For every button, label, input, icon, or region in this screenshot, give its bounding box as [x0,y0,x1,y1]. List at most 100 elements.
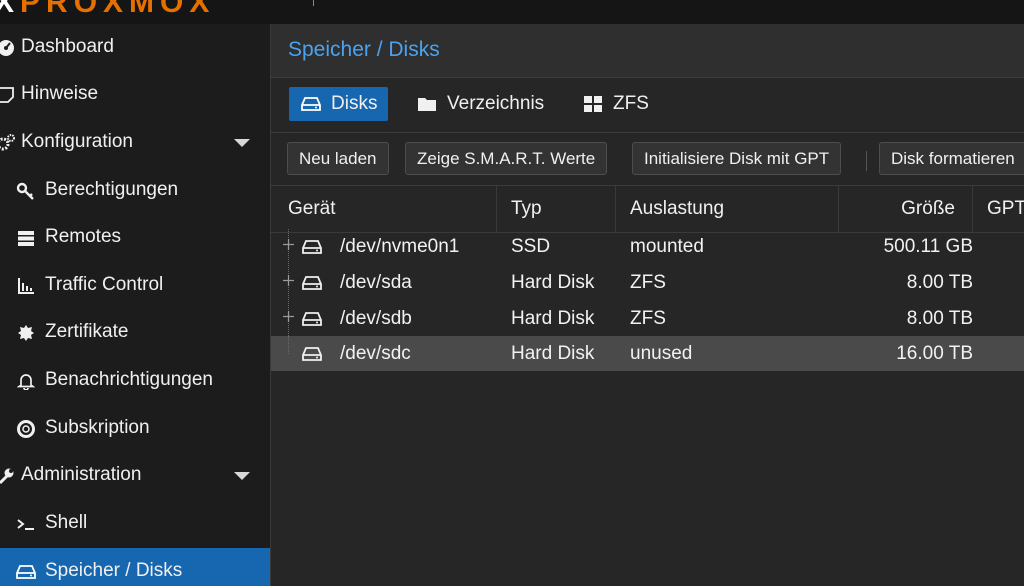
hdd-icon [302,276,322,290]
size-cell: 500.11 GB [883,235,973,257]
bell-icon [16,371,36,391]
support-icon [16,419,36,439]
column-header-size[interactable]: Größe [838,186,955,232]
table-row[interactable]: /dev/sda Hard Disk ZFS 8.00 TB [271,265,1024,300]
size-cell: 16.00 TB [896,342,973,364]
size-cell: 8.00 TB [906,271,973,293]
show-smart-button[interactable]: Zeige S.M.A.R.T. Werte [405,142,608,175]
toolbar: Neu laden Zeige S.M.A.R.T. Werte Initial… [271,133,1024,186]
device-cell: /dev/sda [340,271,412,293]
bar-chart-icon [16,276,36,296]
chevron-down-icon[interactable] [234,472,250,480]
hdd-icon [301,96,321,112]
proxmox-logo[interactable]: XPROXMOX [0,0,215,20]
sidebar-item-shell[interactable]: Shell [0,500,270,547]
hdd-icon [16,562,36,582]
sidebar-item-notifications[interactable]: Benachrichtigungen [0,357,270,404]
init-gpt-button[interactable]: Initialisiere Disk mit GPT [632,142,842,175]
sidebar-item-traffic-control[interactable]: Traffic Control [0,262,270,309]
certificate-icon [16,323,36,343]
expand-icon[interactable] [282,310,295,323]
device-cell: /dev/sdc [340,342,411,364]
tab-zfs[interactable]: ZFS [583,87,649,121]
column-label: Auslastung [630,198,725,219]
format-disk-button[interactable]: Disk formatieren [879,142,1024,175]
sidebar-item-permissions[interactable]: Berechtigungen [0,167,270,214]
column-divider [972,186,973,232]
wrench-icon [0,466,16,486]
sidebar-item-configuration[interactable]: Konfiguration [0,119,270,166]
tree-line [288,336,290,354]
sidebar-item-notes[interactable]: Hinweise [0,71,270,118]
sidebar-item-dashboard[interactable]: Dashboard [0,24,270,71]
hdd-icon [302,347,322,361]
sidebar-item-label: Dashboard [21,36,114,57]
column-header-type[interactable]: Typ [511,186,611,232]
usage-cell: ZFS [630,271,666,293]
sidebar: Dashboard Hinweise Konfiguration Berecht… [0,24,271,586]
terminal-icon [16,514,36,534]
sidebar-item-administration[interactable]: Administration [0,452,270,499]
folder-icon [417,96,437,112]
chevron-down-icon[interactable] [234,139,250,147]
type-cell: Hard Disk [511,307,595,329]
server-icon [16,228,36,248]
sidebar-item-label: Speicher / Disks [45,560,183,581]
size-cell: 8.00 TB [906,307,973,329]
dashboard-icon [0,38,16,58]
column-header-usage[interactable]: Auslastung [630,186,830,232]
column-label: Gerät [288,198,336,219]
column-divider [496,186,497,232]
tab-label: Verzeichnis [447,93,545,114]
note-icon [0,85,16,105]
expand-icon[interactable] [282,238,295,251]
th-large-icon [583,95,603,113]
main-panel: Speicher / Disks Disks Verzeichnis ZFS N… [271,24,1024,586]
column-label: GPT [987,198,1024,219]
logo-text: PROXMOX [20,0,216,19]
sidebar-item-subscription[interactable]: Subskription [0,405,270,452]
tab-directory[interactable]: Verzeichnis [417,87,544,121]
sidebar-item-label: Zertifikate [45,321,129,342]
tab-label: Disks [331,93,378,114]
page-title: Speicher / Disks [288,38,440,61]
type-cell: Hard Disk [511,342,595,364]
device-cell: /dev/nvme0n1 [340,235,460,257]
topbar-divider [313,0,314,6]
table-row[interactable]: /dev/sdb Hard Disk ZFS 8.00 TB [271,301,1024,336]
top-bar: XPROXMOX [0,0,1024,24]
reload-button[interactable]: Neu laden [287,142,389,175]
sidebar-item-label: Benachrichtigungen [45,369,213,390]
column-label: Größe [901,198,955,219]
tab-bar: Disks Verzeichnis ZFS [271,78,1024,133]
column-header-device[interactable]: Gerät [288,186,488,232]
sidebar-item-label: Konfiguration [21,131,133,152]
sidebar-item-label: Shell [45,512,88,533]
sidebar-item-label: Hinweise [21,83,99,104]
type-cell: Hard Disk [511,271,595,293]
panel-header: Speicher / Disks [271,24,1024,78]
cogs-icon [0,133,16,153]
table-header: Gerät Typ Auslastung Größe GPT [271,186,1024,233]
sidebar-item-label: Berechtigungen [45,179,179,200]
sidebar-item-label: Administration [21,464,142,485]
sidebar-item-label: Subskription [45,417,150,438]
expand-icon[interactable] [282,274,295,287]
sidebar-item-remotes[interactable]: Remotes [0,214,270,261]
sidebar-item-storage-disks[interactable]: Speicher / Disks [0,548,270,586]
sidebar-item-label: Remotes [45,226,122,247]
table-row-selected[interactable]: /dev/sdc Hard Disk unused 16.00 TB [271,336,1024,371]
usage-cell: ZFS [630,307,666,329]
sidebar-item-certificates[interactable]: Zertifikate [0,309,270,356]
hdd-icon [302,312,322,326]
sidebar-item-label: Traffic Control [45,274,164,295]
table-row[interactable]: /dev/nvme0n1 SSD mounted 500.11 GB [271,229,1024,264]
usage-cell: unused [630,342,693,364]
tab-disks[interactable]: Disks [289,87,389,121]
logo-mark: X [0,0,21,19]
type-cell: SSD [511,235,551,257]
hdd-icon [302,240,322,254]
column-header-gpt[interactable]: GPT [987,186,1024,232]
tab-label: ZFS [613,93,649,114]
toolbar-separator [866,151,867,171]
